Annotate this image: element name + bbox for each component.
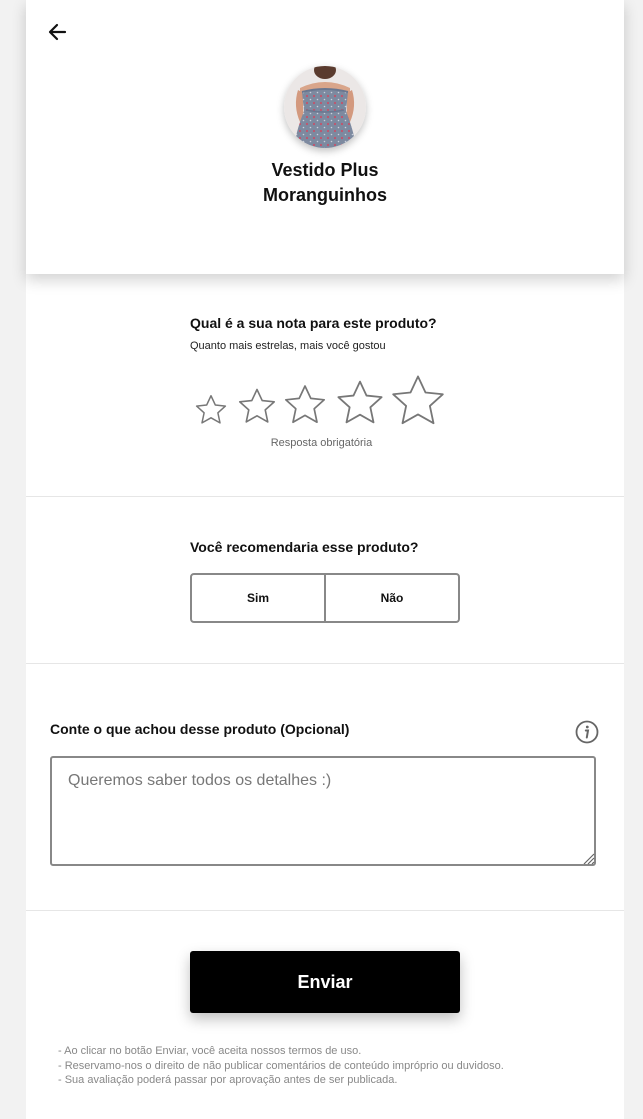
comment-textarea[interactable] [50, 756, 596, 866]
terms-notice: - Ao clicar no botão Enviar, você aceita… [58, 1044, 504, 1088]
resize-handle-icon[interactable] [581, 851, 595, 865]
recommend-question: Você recomendaria esse produto? [190, 539, 419, 555]
arrow-left-icon [48, 23, 67, 41]
terms-line: - Sua avaliação poderá passar por aprova… [58, 1074, 398, 1086]
star-5-icon[interactable] [386, 370, 450, 432]
terms-line: - Reservamo-nos o direito de não publica… [58, 1059, 504, 1072]
product-image [284, 66, 366, 148]
section-divider [26, 663, 624, 664]
product-header: Vestido Plus Moranguinhos [26, 0, 624, 274]
info-icon[interactable] [575, 720, 599, 744]
recommend-yes-button[interactable]: Sim [192, 575, 324, 621]
rating-question: Qual é a sua nota para este produto? [190, 315, 437, 331]
back-button[interactable] [46, 18, 70, 46]
star-3-icon[interactable] [280, 381, 330, 429]
required-text: Resposta obrigatória [270, 437, 373, 449]
recommend-toggle: Sim Não [190, 573, 460, 623]
star-1-icon[interactable] [192, 392, 230, 428]
star-4-icon[interactable] [332, 376, 388, 430]
comment-label: Conte o que achou desse produto (Opciona… [50, 721, 350, 737]
recommend-no-button[interactable]: Não [324, 575, 458, 621]
product-title-line1: Vestido Plus [271, 160, 379, 180]
section-divider [26, 910, 624, 911]
review-page: Vestido Plus Moranguinhos Qual é a sua n… [0, 0, 643, 1119]
section-divider [26, 496, 624, 497]
product-title-line2: Moranguinhos [263, 185, 387, 205]
submit-button[interactable]: Enviar [190, 951, 460, 1013]
rating-hint: Quanto mais estrelas, mais você gostou [190, 340, 386, 352]
product-title: Vestido Plus Moranguinhos [26, 158, 624, 208]
star-2-icon[interactable] [234, 385, 280, 428]
terms-line: - Ao clicar no botão Enviar, você aceita… [58, 1045, 362, 1057]
